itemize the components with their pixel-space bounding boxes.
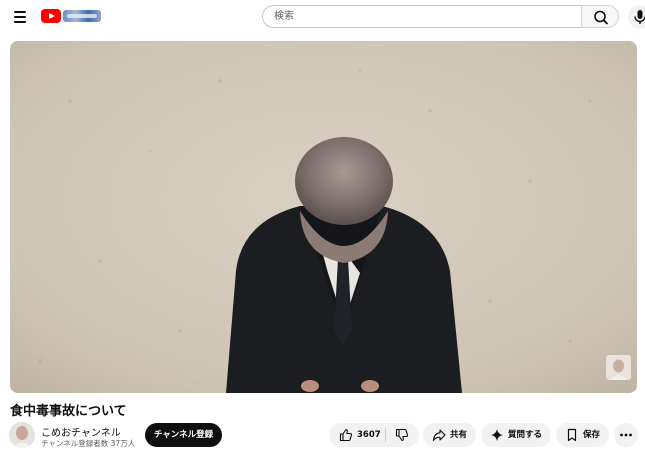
sparkle-icon [491,429,503,441]
bookmark-icon [567,428,577,442]
share-arrow-icon [432,429,446,442]
channel-watermark[interactable] [606,355,631,380]
more-horizontal-icon [620,433,632,437]
subscriber-count: チャンネル登録者数 37万人 [41,439,136,448]
share-label: 共有 [450,430,468,440]
video-title: 食中毒事故について [10,404,127,419]
youtube-play-icon [41,9,61,23]
ask-label: 質問する [508,430,543,440]
search-bar: 検索 [262,5,619,28]
watermark-image [606,355,631,380]
subscribe-button[interactable]: チャンネル登録 [145,423,222,447]
youtube-logo-icon[interactable] [41,8,103,23]
save-button[interactable]: 保存 [556,423,609,447]
like-dislike-group: 3607 [329,423,419,447]
ask-button[interactable]: 質問する [481,423,551,447]
channel-avatar[interactable] [9,422,35,448]
video-player[interactable] [10,41,637,393]
thumbs-down-icon [395,428,409,442]
like-count: 3607 [357,430,381,440]
voice-search-button[interactable] [628,5,645,29]
search-input[interactable]: 検索 [262,5,581,28]
logo-doodle [63,10,101,22]
masthead: 検索 [0,0,645,34]
search-button[interactable] [581,5,619,28]
microphone-icon [634,10,645,24]
dislike-button[interactable] [386,423,419,447]
video-frame [10,41,637,393]
save-label: 保存 [583,430,601,440]
like-button[interactable]: 3607 [329,423,385,447]
search-icon [594,10,608,25]
avatar-image [9,422,35,448]
thumbs-up-icon [339,428,353,442]
hamburger-menu-icon[interactable] [11,7,31,27]
share-button[interactable]: 共有 [423,423,476,447]
channel-name[interactable]: こめおチャンネル [41,424,121,439]
more-actions-button[interactable] [614,423,638,447]
